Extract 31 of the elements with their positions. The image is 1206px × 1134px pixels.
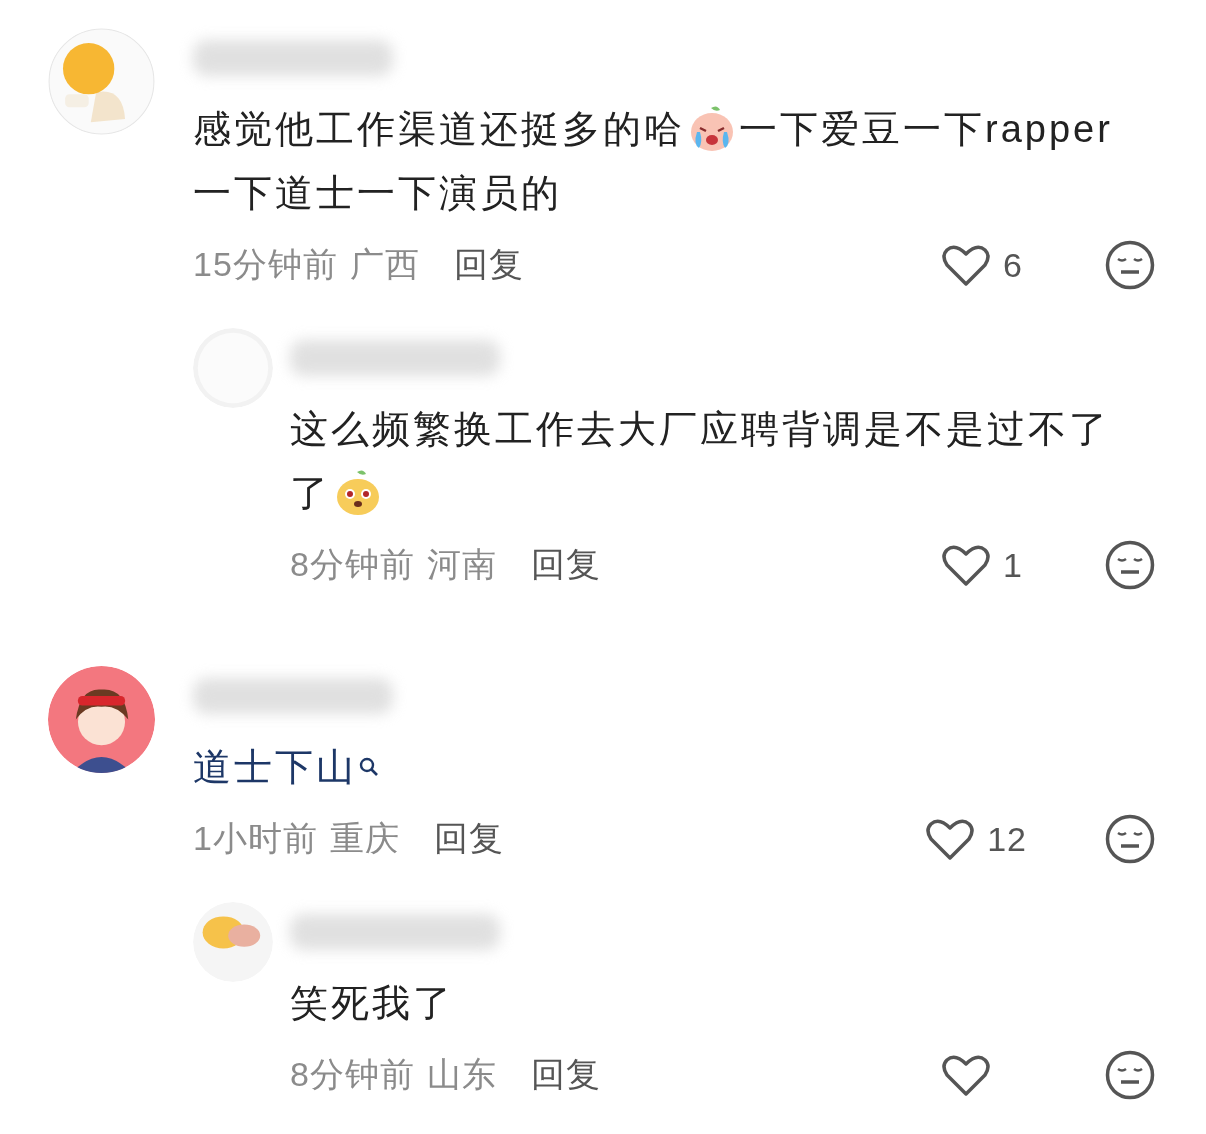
location: 河南 (426, 544, 497, 585)
reply-link[interactable]: 回复 (530, 542, 601, 588)
location: 广西 (349, 244, 420, 285)
like-count: 6 (1003, 245, 1024, 285)
reply-link[interactable]: 回复 (453, 242, 524, 288)
comment-text: 一下爱豆一下rapper (739, 107, 1113, 152)
location: 山东 (426, 1054, 497, 1095)
timestamp: 8分钟前 (290, 544, 415, 585)
meh-face-icon[interactable] (1105, 1050, 1155, 1100)
timestamp: 15分钟前 (193, 244, 338, 285)
meh-face-icon[interactable] (1105, 240, 1155, 290)
heart-icon[interactable] (941, 542, 991, 588)
search-icon (359, 757, 379, 777)
timestamp: 8分钟前 (290, 1054, 415, 1095)
heart-icon[interactable] (941, 1052, 991, 1098)
reply-link[interactable]: 回复 (530, 1052, 601, 1098)
comment-text: 一下道士一下演员的 (193, 171, 562, 216)
comment-text: 感觉他工作渠道还挺多的哈 (193, 107, 685, 152)
location: 重庆 (329, 818, 400, 859)
comment-text: 了 (290, 471, 331, 516)
heart-icon[interactable] (925, 816, 976, 862)
comment-text: 这么频繁换工作去大厂应聘背调是不是过不了 (290, 407, 1110, 452)
meh-face-icon[interactable] (1105, 814, 1155, 864)
timestamp: 1小时前 (193, 818, 318, 859)
reply-link[interactable]: 回复 (433, 816, 504, 862)
like-count: 1 (1003, 545, 1024, 585)
like-count: 12 (987, 819, 1027, 859)
topic-link[interactable]: 道士下山 (193, 735, 357, 799)
heart-icon[interactable] (941, 242, 991, 288)
comment-text: 笑死我了 (290, 981, 454, 1026)
meh-face-icon[interactable] (1105, 540, 1155, 590)
